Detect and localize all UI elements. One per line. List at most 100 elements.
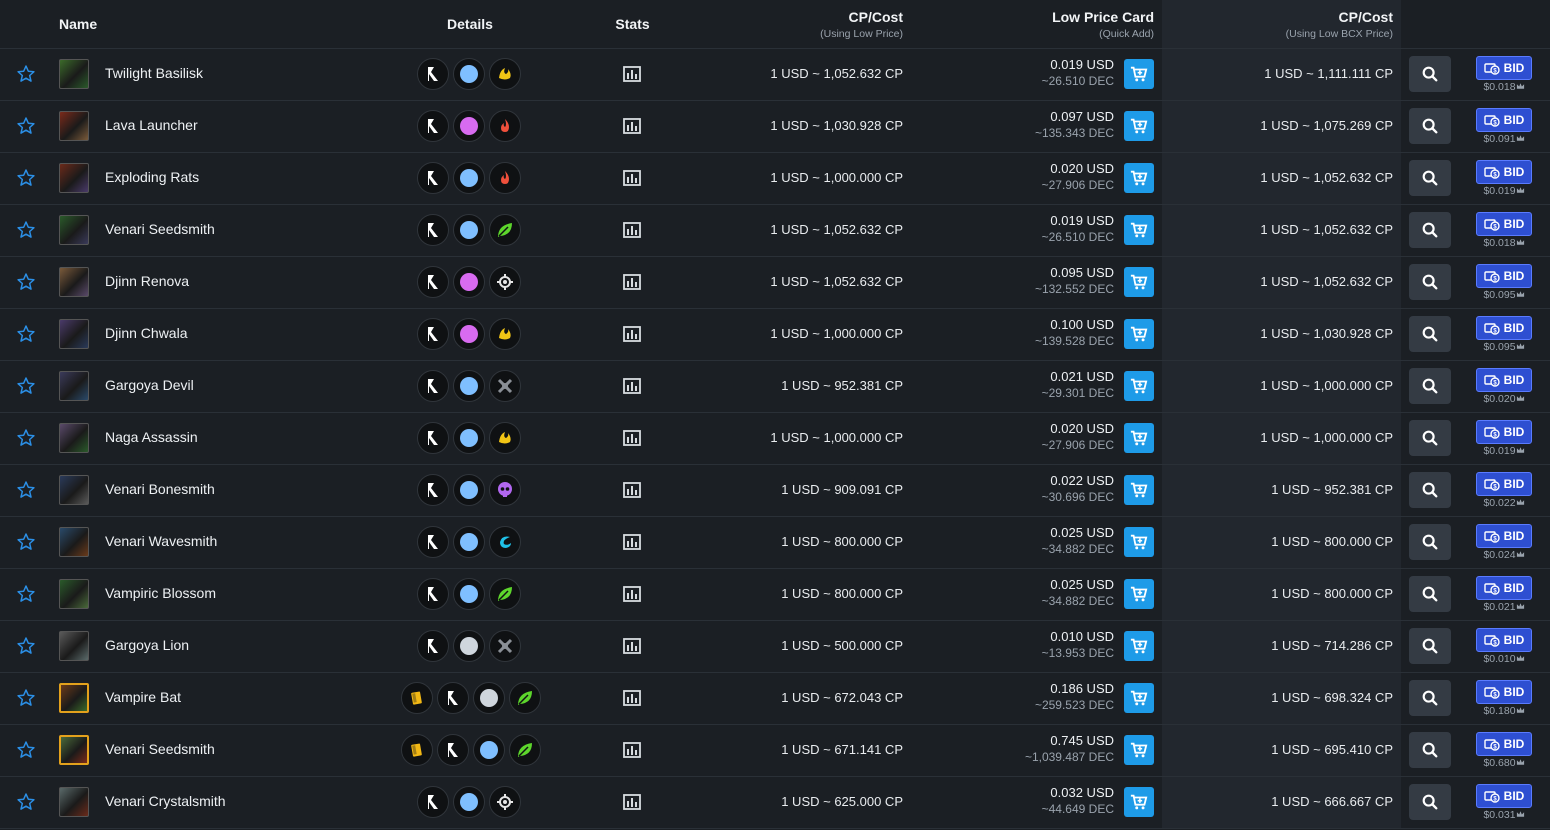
add-to-cart-button[interactable] <box>1124 475 1154 505</box>
card-name[interactable]: Djinn Renova <box>105 273 189 289</box>
search-button[interactable] <box>1409 108 1451 144</box>
card-thumbnail[interactable] <box>59 527 89 557</box>
card-name[interactable]: Venari Seedsmith <box>105 221 215 237</box>
add-to-cart-button[interactable] <box>1124 215 1154 245</box>
add-to-cart-button[interactable] <box>1124 267 1154 297</box>
stats-chart-icon[interactable] <box>622 221 642 239</box>
add-to-cart-button[interactable] <box>1124 319 1154 349</box>
stats-chart-icon[interactable] <box>622 429 642 447</box>
search-button[interactable] <box>1409 368 1451 404</box>
add-to-cart-button[interactable] <box>1124 371 1154 401</box>
search-button[interactable] <box>1409 212 1451 248</box>
stats-chart-icon[interactable] <box>622 65 642 83</box>
table-row[interactable]: Vampiric Blossom 1 USD ~ 800.000 CP 0.02… <box>0 569 1550 621</box>
bid-button[interactable]: $ BID <box>1476 316 1532 340</box>
search-button[interactable] <box>1409 264 1451 300</box>
favorite-star-icon[interactable] <box>16 64 36 84</box>
card-name[interactable]: Gargoya Lion <box>105 637 189 653</box>
table-row[interactable]: Gargoya Lion 1 USD ~ 500.000 CP 0.010 US… <box>0 621 1550 673</box>
table-row[interactable]: Venari Bonesmith 1 USD ~ 909.091 CP 0.02… <box>0 465 1550 517</box>
favorite-star-icon[interactable] <box>16 116 36 136</box>
stats-chart-icon[interactable] <box>622 585 642 603</box>
stats-chart-icon[interactable] <box>622 793 642 811</box>
bid-button[interactable]: $ BID <box>1476 732 1532 756</box>
search-button[interactable] <box>1409 56 1451 92</box>
table-row[interactable]: Gargoya Devil 1 USD ~ 952.381 CP 0.021 U… <box>0 361 1550 413</box>
stats-chart-icon[interactable] <box>622 481 642 499</box>
search-button[interactable] <box>1409 420 1451 456</box>
favorite-star-icon[interactable] <box>16 220 36 240</box>
favorite-star-icon[interactable] <box>16 792 36 812</box>
bid-button[interactable]: $ BID <box>1476 524 1532 548</box>
bid-button[interactable]: $ BID <box>1476 212 1532 236</box>
search-button[interactable] <box>1409 160 1451 196</box>
bid-button[interactable]: $ BID <box>1476 784 1532 808</box>
bid-button[interactable]: $ BID <box>1476 472 1532 496</box>
table-row[interactable]: Exploding Rats 1 USD ~ 1,000.000 CP 0.02… <box>0 153 1550 205</box>
bid-button[interactable]: $ BID <box>1476 108 1532 132</box>
card-thumbnail[interactable] <box>59 59 89 89</box>
add-to-cart-button[interactable] <box>1124 111 1154 141</box>
stats-chart-icon[interactable] <box>622 169 642 187</box>
add-to-cart-button[interactable] <box>1124 527 1154 557</box>
card-name[interactable]: Twilight Basilisk <box>105 65 203 81</box>
favorite-star-icon[interactable] <box>16 480 36 500</box>
card-name[interactable]: Exploding Rats <box>105 169 199 185</box>
stats-chart-icon[interactable] <box>622 637 642 655</box>
search-button[interactable] <box>1409 576 1451 612</box>
search-button[interactable] <box>1409 472 1451 508</box>
card-thumbnail[interactable] <box>59 267 89 297</box>
bid-button[interactable]: $ BID <box>1476 160 1532 184</box>
card-thumbnail[interactable] <box>59 787 89 817</box>
bid-button[interactable]: $ BID <box>1476 56 1532 80</box>
table-row[interactable]: Venari Wavesmith 1 USD ~ 800.000 CP 0.02… <box>0 517 1550 569</box>
favorite-star-icon[interactable] <box>16 376 36 396</box>
card-thumbnail[interactable] <box>59 423 89 453</box>
card-thumbnail[interactable] <box>59 111 89 141</box>
card-name[interactable]: Naga Assassin <box>105 429 198 445</box>
header-cp-cost[interactable]: CP/Cost (Using Low Price) <box>700 0 903 48</box>
bid-button[interactable]: $ BID <box>1476 420 1532 444</box>
table-row[interactable]: Venari Crystalsmith 1 USD ~ 625.000 CP 0… <box>0 777 1550 829</box>
favorite-star-icon[interactable] <box>16 584 36 604</box>
card-thumbnail[interactable] <box>59 579 89 609</box>
table-row[interactable]: Djinn Chwala 1 USD ~ 1,000.000 CP 0.100 … <box>0 309 1550 361</box>
favorite-star-icon[interactable] <box>16 324 36 344</box>
search-button[interactable] <box>1409 784 1451 820</box>
stats-chart-icon[interactable] <box>622 117 642 135</box>
stats-chart-icon[interactable] <box>622 741 642 759</box>
card-name[interactable]: Venari Seedsmith <box>105 741 215 757</box>
card-name[interactable]: Lava Launcher <box>105 117 198 133</box>
table-row[interactable]: Djinn Renova 1 USD ~ 1,052.632 CP 0.095 … <box>0 257 1550 309</box>
search-button[interactable] <box>1409 316 1451 352</box>
card-name[interactable]: Venari Bonesmith <box>105 481 215 497</box>
card-thumbnail[interactable] <box>59 215 89 245</box>
card-thumbnail[interactable] <box>59 371 89 401</box>
search-button[interactable] <box>1409 680 1451 716</box>
table-row[interactable]: Vampire Bat 1 USD ~ 672.043 CP 0.186 USD… <box>0 673 1550 725</box>
stats-chart-icon[interactable] <box>622 377 642 395</box>
card-name[interactable]: Djinn Chwala <box>105 325 187 341</box>
stats-chart-icon[interactable] <box>622 533 642 551</box>
table-row[interactable]: Twilight Basilisk 1 USD ~ 1,052.632 CP 0… <box>0 49 1550 101</box>
card-thumbnail[interactable] <box>59 163 89 193</box>
favorite-star-icon[interactable] <box>16 636 36 656</box>
card-name[interactable]: Vampire Bat <box>105 689 181 705</box>
bid-button[interactable]: $ BID <box>1476 628 1532 652</box>
stats-chart-icon[interactable] <box>622 325 642 343</box>
header-bcx-cost[interactable]: CP/Cost (Using Low BCX Price) <box>1162 0 1393 48</box>
search-button[interactable] <box>1409 628 1451 664</box>
table-row[interactable]: Naga Assassin 1 USD ~ 1,000.000 CP 0.020… <box>0 413 1550 465</box>
card-name[interactable]: Venari Crystalsmith <box>105 793 226 809</box>
add-to-cart-button[interactable] <box>1124 735 1154 765</box>
card-name[interactable]: Gargoya Devil <box>105 377 194 393</box>
card-name[interactable]: Venari Wavesmith <box>105 533 217 549</box>
add-to-cart-button[interactable] <box>1124 423 1154 453</box>
search-button[interactable] <box>1409 524 1451 560</box>
card-thumbnail[interactable] <box>59 735 89 765</box>
bid-button[interactable]: $ BID <box>1476 264 1532 288</box>
bid-button[interactable]: $ BID <box>1476 680 1532 704</box>
card-thumbnail[interactable] <box>59 475 89 505</box>
favorite-star-icon[interactable] <box>16 740 36 760</box>
favorite-star-icon[interactable] <box>16 688 36 708</box>
